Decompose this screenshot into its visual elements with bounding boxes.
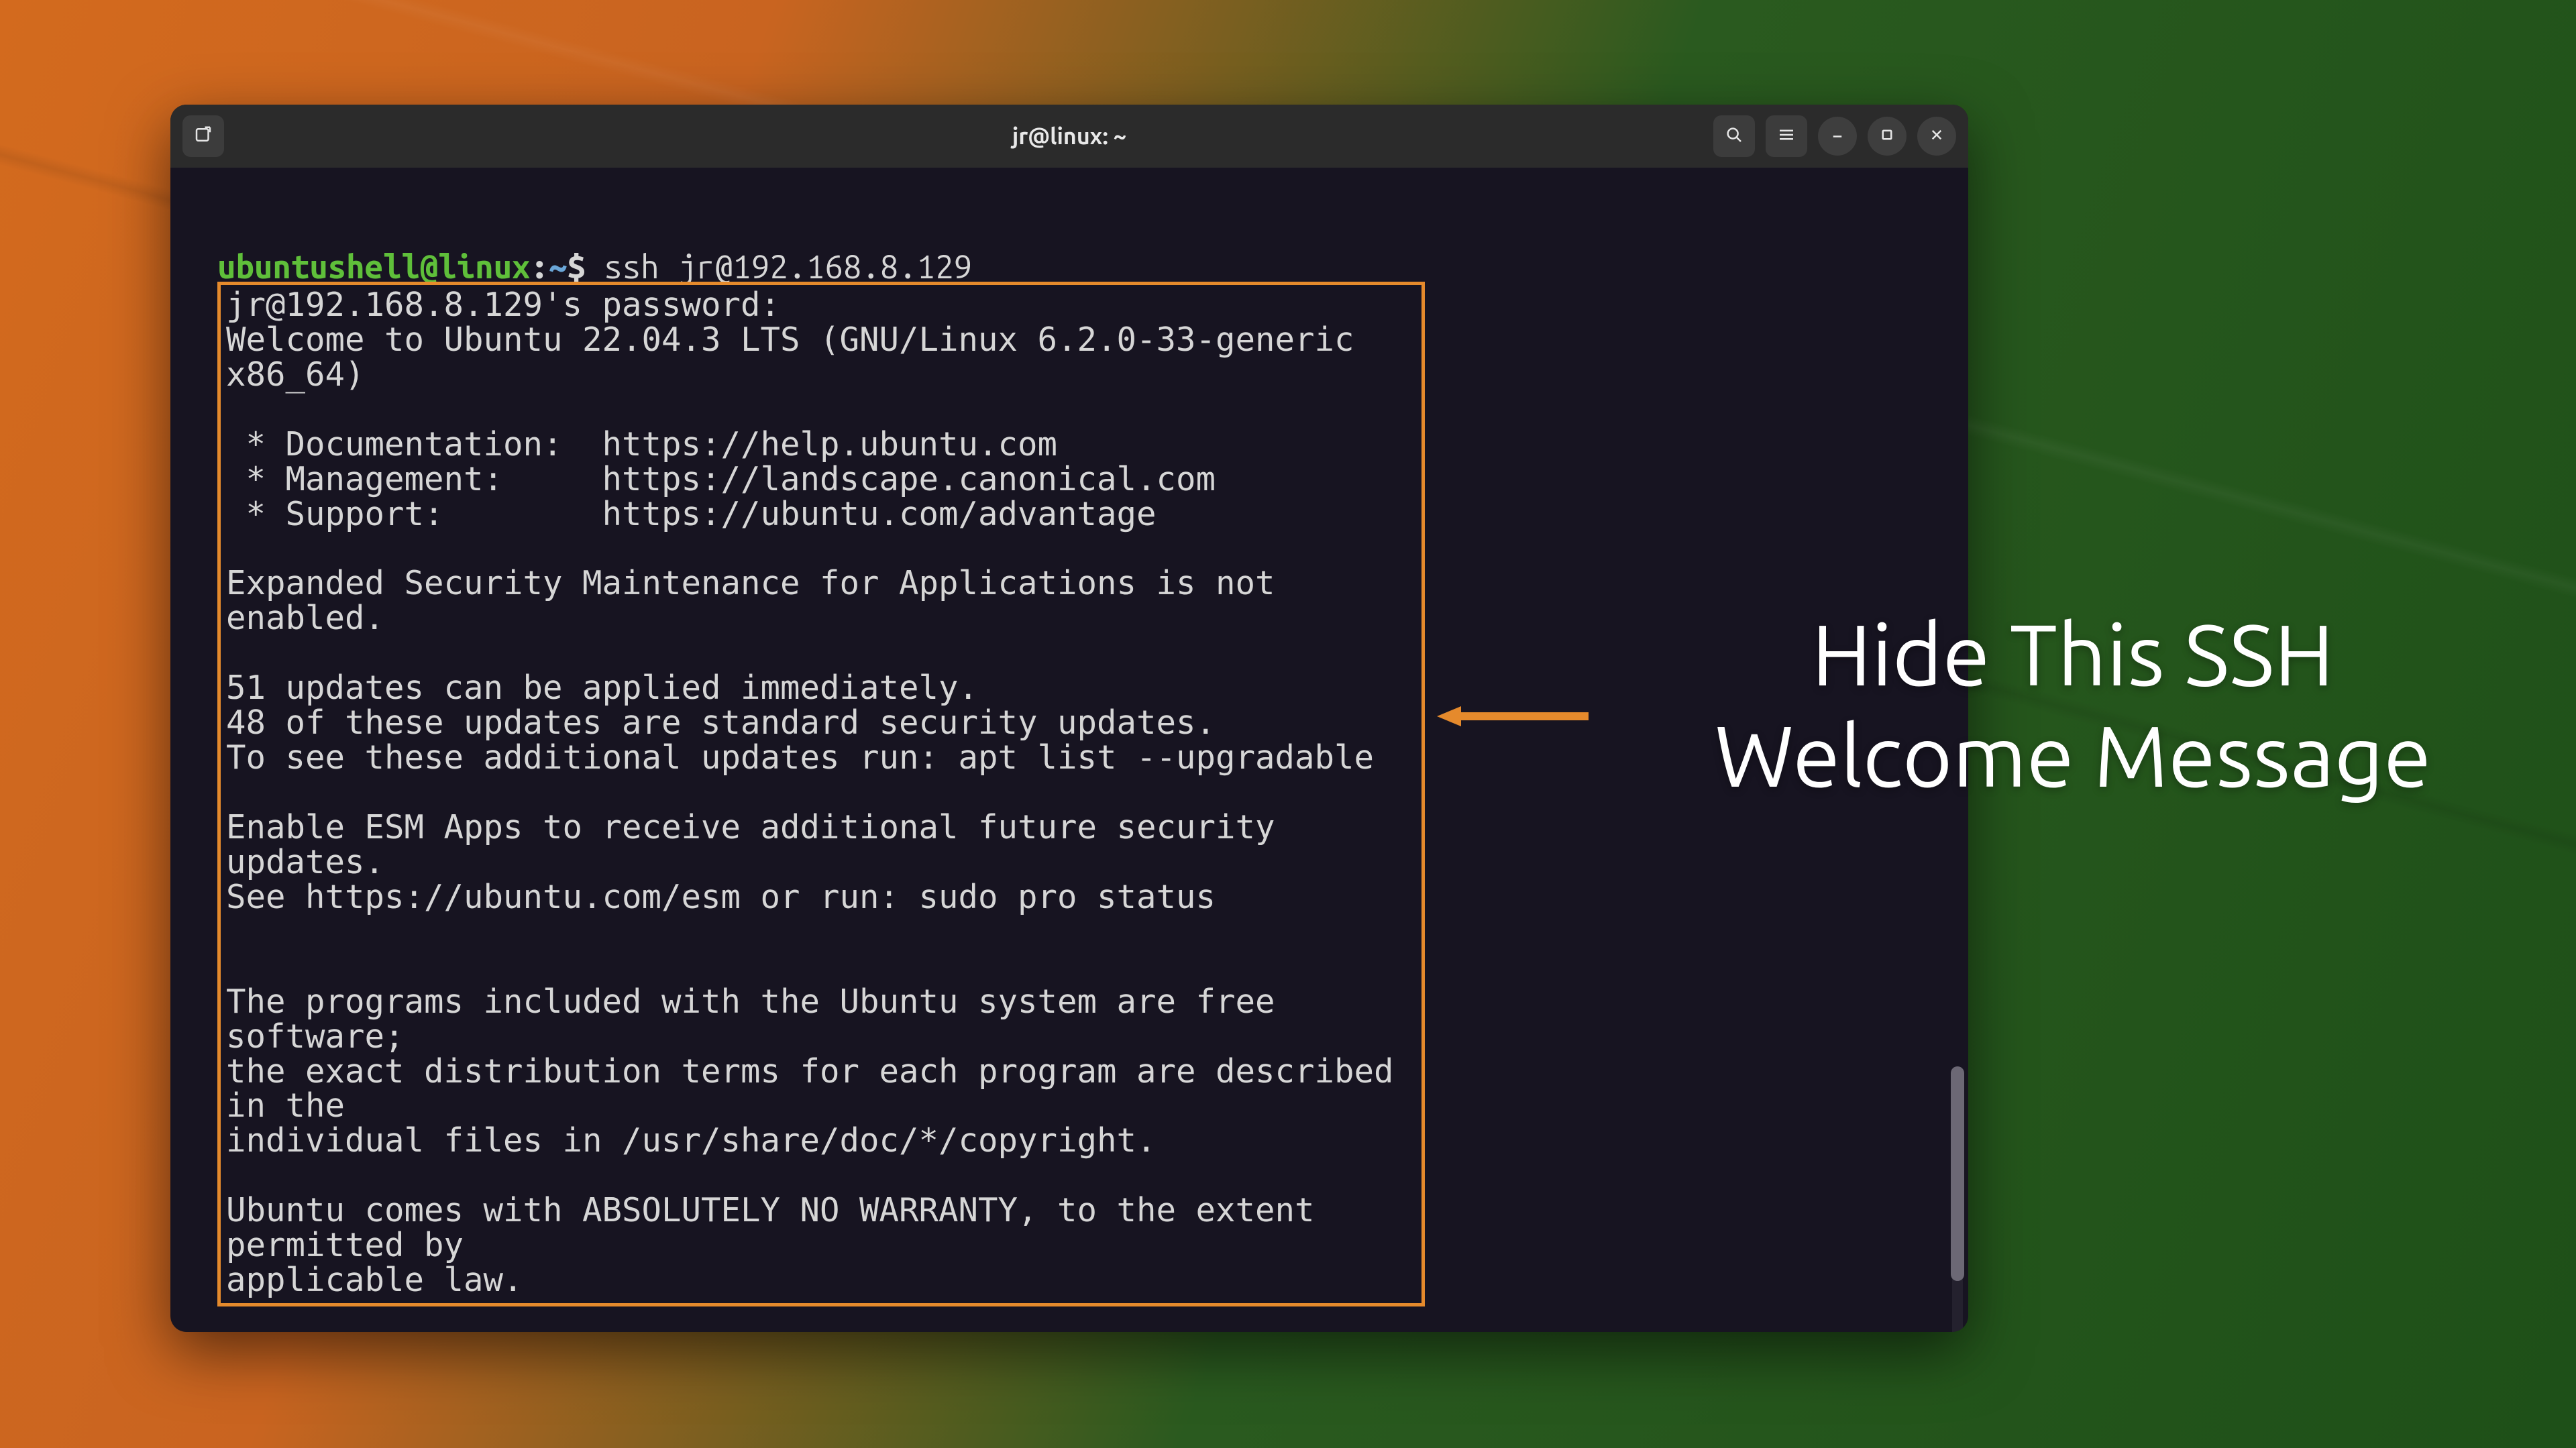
prompt-path: ~ — [383, 1328, 401, 1332]
prompt-user: jr@linux — [217, 1328, 365, 1332]
prompt-sep: : — [530, 248, 548, 285]
prompt-line-1: ubuntushell@linux:~$ ssh jr@192.168.8.12… — [217, 248, 972, 285]
motd-highlight-box: jr@192.168.8.129's password: Welcome to … — [217, 282, 1425, 1306]
search-icon — [1724, 125, 1744, 148]
prompt-user: ubuntushell@linux — [217, 248, 530, 285]
window-titlebar: jr@linux: ~ — [170, 105, 1968, 168]
close-button[interactable] — [1917, 117, 1956, 156]
caption-text: Hide This SSH Welcome Message — [1597, 604, 2549, 806]
menu-button[interactable] — [1766, 115, 1807, 157]
minimize-button[interactable] — [1818, 117, 1857, 156]
maximize-button[interactable] — [1868, 117, 1907, 156]
close-icon — [1927, 125, 1947, 148]
command-text: ssh jr@192.168.8.129 — [604, 248, 972, 285]
prompt-dollar: $ — [401, 1328, 438, 1332]
new-tab-button[interactable] — [182, 115, 224, 157]
scrollbar-thumb[interactable] — [1951, 1066, 1964, 1281]
maximize-icon — [1877, 125, 1897, 148]
caption-line1: Hide This SSH — [1812, 606, 2334, 702]
caption-line2: Welcome Message — [1715, 708, 2431, 803]
window-title: jr@linux: ~ — [170, 123, 1968, 149]
motd-text: jr@192.168.8.129's password: Welcome to … — [226, 288, 1416, 1298]
prompt-sep: : — [365, 1328, 383, 1332]
minimize-icon — [1827, 125, 1847, 148]
titlebar-right-group — [1713, 115, 1968, 157]
hamburger-icon — [1776, 125, 1796, 148]
titlebar-left-group — [170, 115, 224, 157]
prompt-line-2: jr@linux:~$ — [217, 1329, 1921, 1332]
new-tab-icon — [193, 125, 213, 148]
search-button[interactable] — [1713, 115, 1755, 157]
prompt-dollar: $ — [567, 248, 604, 285]
prompt-path: ~ — [549, 248, 567, 285]
